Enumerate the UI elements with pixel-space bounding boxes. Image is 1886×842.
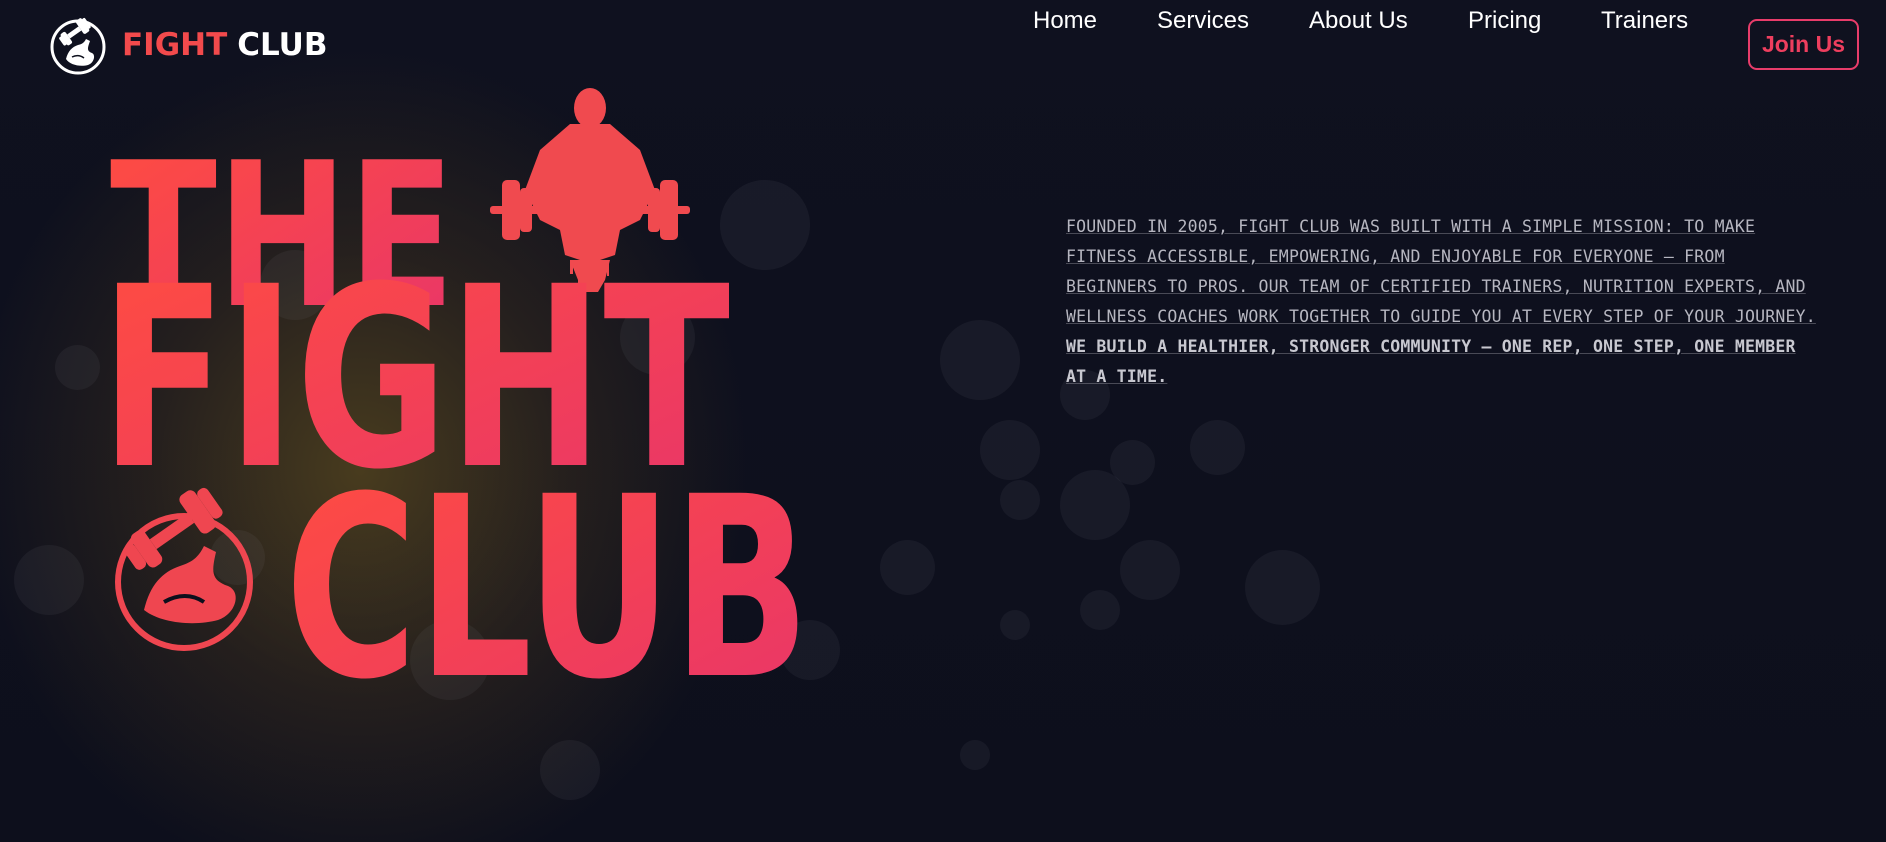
about-paragraph-1: Founded in 2005, Fight Club was built wi… — [1066, 217, 1816, 326]
about-paragraph-2: We build a healthier, stronger community… — [1066, 337, 1796, 386]
about-description: Founded in 2005, Fight Club was built wi… — [1066, 212, 1826, 392]
nav-services-link[interactable]: Services — [1157, 7, 1249, 35]
hero-title-club: CLUB — [285, 443, 810, 734]
brand-name-club: CLUB — [237, 26, 328, 63]
nav-about-us-link[interactable]: About Us — [1309, 7, 1408, 35]
page: FIGHT CLUB Home Services About Us Pricing… — [0, 0, 1886, 842]
flexing-arm-dumbbell-icon — [50, 17, 106, 75]
brand-name-fight: FIGHT — [122, 26, 228, 63]
brand-logo[interactable]: FIGHT CLUB — [48, 13, 327, 77]
navbar: FIGHT CLUB Home Services About Us Pricing… — [0, 0, 1886, 92]
nav-pricing-link[interactable]: Pricing — [1468, 7, 1541, 35]
hero-logo: THE FIGHT CLUB — [100, 88, 810, 734]
join-us-button[interactable]: Join Us — [1748, 19, 1859, 70]
brand-name: FIGHT CLUB — [122, 26, 328, 63]
nav-home-link[interactable]: Home — [1033, 7, 1097, 35]
nav-trainers-link[interactable]: Trainers — [1601, 7, 1688, 35]
